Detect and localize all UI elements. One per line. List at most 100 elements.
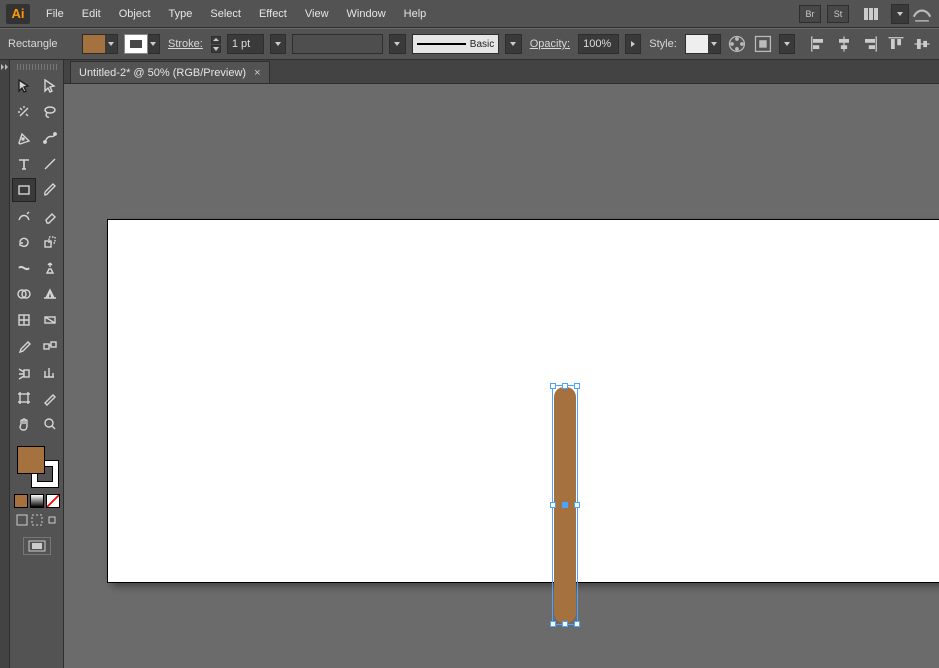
align-hcenter-button[interactable] [833,33,855,55]
align-to-dropdown[interactable] [779,34,795,54]
shaper-tool[interactable] [12,204,36,228]
none-mode-button[interactable] [46,494,60,508]
line-segment-tool[interactable] [38,152,62,176]
align-to-button[interactable] [753,33,773,55]
draw-mode-row [16,514,58,529]
canvas[interactable] [64,84,939,668]
align-top-button[interactable] [885,33,907,55]
arrange-dropdown[interactable] [891,4,909,24]
align-buttons-group [807,33,933,55]
eyedropper-tool[interactable] [12,334,36,358]
rotate-tool[interactable] [12,230,36,254]
stock-button[interactable]: St [827,5,849,23]
color-mode-button[interactable] [14,494,28,508]
opacity-input[interactable]: 100% [578,34,619,54]
opacity-dropdown[interactable] [625,34,641,54]
type-tool[interactable] [12,152,36,176]
column-graph-tool[interactable] [38,360,62,384]
rectangle-shape[interactable] [554,387,576,623]
color-mode-row [14,494,60,508]
fill-color-icon [83,35,105,53]
stroke-weight-dropdown[interactable] [270,34,286,54]
menu-object[interactable]: Object [111,4,159,24]
document-tab-title: Untitled-2* @ 50% (RGB/Preview) [79,67,246,79]
workspace: Untitled-2* @ 50% (RGB/Preview) × [0,60,939,668]
brush-dropdown[interactable] [505,34,521,54]
stroke-label[interactable]: Stroke: [166,38,205,50]
tools-panel [10,60,64,668]
zoom-tool[interactable] [38,412,62,436]
align-right-button[interactable] [859,33,881,55]
selected-object-type: Rectangle [6,38,76,50]
blend-tool[interactable] [38,334,62,358]
hand-tool[interactable] [12,412,36,436]
free-transform-tool[interactable] [38,256,62,280]
menu-edit[interactable]: Edit [74,4,109,24]
fill-swatch[interactable] [82,34,118,54]
graphic-style-dropdown[interactable] [708,35,720,53]
graphic-style-icon [686,35,708,53]
graphic-style-swatch[interactable] [685,34,721,54]
fill-dropdown-icon[interactable] [105,35,117,53]
draw-normal-button[interactable] [16,514,28,529]
stroke-color-icon [125,35,147,53]
brush-line-icon [417,43,466,45]
variable-width-profile[interactable] [292,34,383,54]
control-bar: Rectangle Stroke: 1 pt Basic Opacity: 10… [0,28,939,60]
perspective-grid-tool[interactable] [38,282,62,306]
resize-handle-bottom-right[interactable] [574,621,580,627]
artboard [108,220,939,582]
document-tab[interactable]: Untitled-2* @ 50% (RGB/Preview) × [70,61,270,83]
stroke-weight-stepper[interactable] [211,36,221,53]
draw-behind-button[interactable] [31,514,43,529]
recolor-artwork-button[interactable] [727,33,747,55]
fill-stroke-control[interactable] [15,444,59,488]
curvature-tool[interactable] [38,126,62,150]
brush-label: Basic [470,39,494,50]
paintbrush-tool[interactable] [38,178,62,202]
brush-definition[interactable]: Basic [412,34,500,54]
slice-tool[interactable] [38,386,62,410]
shape-builder-tool[interactable] [12,282,36,306]
menu-type[interactable]: Type [161,4,201,24]
selection-tool[interactable] [12,74,36,98]
stroke-dropdown-icon[interactable] [147,35,159,53]
eraser-tool[interactable] [38,204,62,228]
bridge-button[interactable]: Br [799,5,821,23]
gpu-preview-icon[interactable] [911,3,933,25]
direct-selection-tool[interactable] [38,74,62,98]
opacity-label[interactable]: Opacity: [528,38,572,50]
draw-inside-button[interactable] [46,514,58,529]
menu-view[interactable]: View [297,4,337,24]
variable-width-dropdown[interactable] [389,34,405,54]
align-left-button[interactable] [807,33,829,55]
menu-help[interactable]: Help [396,4,435,24]
menu-effect[interactable]: Effect [251,4,295,24]
screen-mode-button[interactable] [23,537,51,555]
lasso-tool[interactable] [38,100,62,124]
fill-box-icon[interactable] [17,446,45,474]
mesh-tool[interactable] [12,308,36,332]
rectangle-tool[interactable] [12,178,36,202]
menu-file[interactable]: File [38,4,72,24]
menu-select[interactable]: Select [202,4,249,24]
gradient-tool[interactable] [38,308,62,332]
pen-tool[interactable] [12,126,36,150]
menu-window[interactable]: Window [339,4,394,24]
panel-collapse-strip[interactable] [0,60,10,668]
stroke-weight-input[interactable]: 1 pt [227,34,264,54]
gradient-mode-button[interactable] [30,494,44,508]
stroke-swatch[interactable] [124,34,160,54]
document-area: Untitled-2* @ 50% (RGB/Preview) × [64,60,939,668]
menu-bar: Ai File Edit Object Type Select Effect V… [0,0,939,28]
width-tool[interactable] [12,256,36,280]
artboard-tool[interactable] [12,386,36,410]
tools-panel-grip[interactable] [17,64,57,70]
scale-tool[interactable] [38,230,62,254]
resize-handle-bottom-left[interactable] [550,621,556,627]
symbol-sprayer-tool[interactable] [12,360,36,384]
align-vcenter-button[interactable] [911,33,933,55]
close-tab-button[interactable]: × [254,67,260,79]
arrange-documents-button[interactable] [857,5,885,23]
magic-wand-tool[interactable] [12,100,36,124]
